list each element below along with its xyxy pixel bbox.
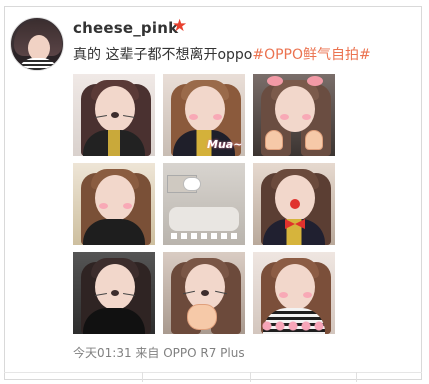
photo-grid: Mua~ — [73, 74, 335, 334]
photo-thumbnail-5[interactable] — [163, 163, 245, 245]
photo-thumbnail-3[interactable] — [253, 74, 335, 156]
action-separator — [142, 372, 143, 382]
user-avatar[interactable] — [10, 17, 64, 71]
photo-thumbnail-1[interactable] — [73, 74, 155, 156]
vip-star-icon[interactable]: ★ — [172, 18, 187, 35]
photo-thumbnail-4[interactable] — [73, 163, 155, 245]
post-meta: 今天01:31 来自 OPPO R7 Plus — [73, 346, 245, 360]
post-text-body: 真的 这辈子都不想离开oppo — [73, 47, 253, 63]
hashtag-link[interactable]: #OPPO鲜气自拍# — [252, 47, 370, 63]
photo-thumbnail-9[interactable] — [253, 252, 335, 334]
photo-thumbnail-2[interactable]: Mua~ — [163, 74, 245, 156]
action-bar-divider — [4, 372, 422, 373]
post-text: 真的 这辈子都不想离开oppo#OPPO鲜气自拍# — [73, 44, 371, 64]
action-separator — [250, 372, 251, 382]
photo-thumbnail-6[interactable] — [253, 163, 335, 245]
photo-thumbnail-8[interactable] — [163, 252, 245, 334]
username-link[interactable]: cheese_pink — [73, 19, 178, 37]
action-separator — [356, 372, 357, 382]
photo-thumbnail-7[interactable] — [73, 252, 155, 334]
